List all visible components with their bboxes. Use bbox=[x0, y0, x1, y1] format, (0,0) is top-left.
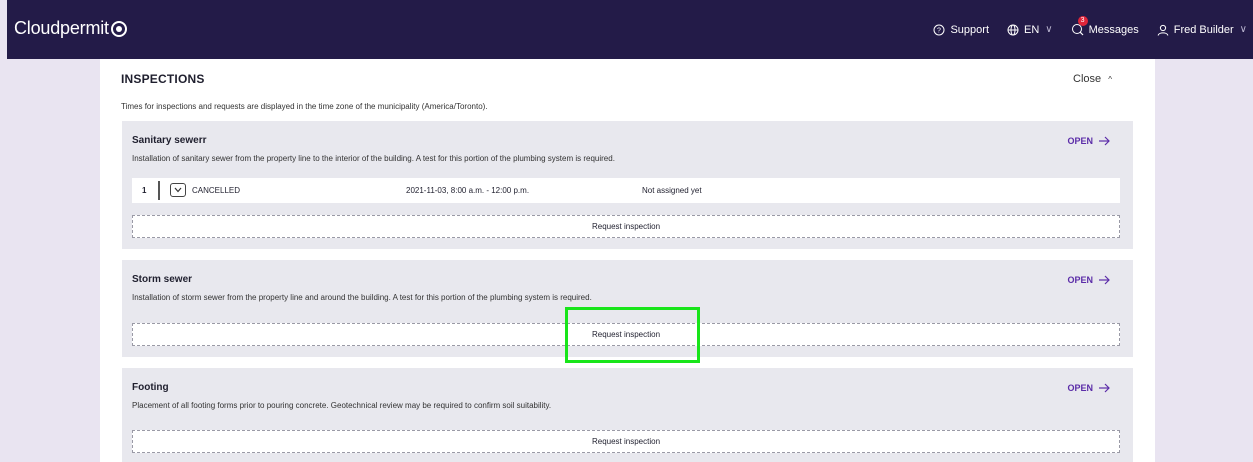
expand-row-button[interactable] bbox=[170, 183, 186, 197]
user-icon bbox=[1157, 24, 1169, 36]
brand-logo-icon bbox=[110, 20, 127, 37]
section-title: Storm sewer bbox=[132, 274, 193, 285]
request-inspection-button[interactable]: Request inspection bbox=[132, 323, 1120, 346]
support-label: Support bbox=[950, 23, 989, 36]
svg-text:?: ? bbox=[938, 27, 942, 34]
globe-icon bbox=[1007, 24, 1019, 35]
close-button[interactable]: Close ^ bbox=[1073, 73, 1112, 85]
messages-count-badge: 3 bbox=[1077, 16, 1088, 26]
chevron-down-icon bbox=[174, 187, 182, 193]
user-name: Fred Builder bbox=[1173, 23, 1234, 36]
chevron-down-icon: ∨ bbox=[1045, 24, 1053, 35]
language-selector[interactable]: EN ∨ bbox=[1007, 24, 1053, 36]
support-link[interactable]: ? Support bbox=[933, 24, 989, 36]
open-label: OPEN bbox=[1067, 275, 1093, 285]
chevron-down-icon: ∨ bbox=[1239, 24, 1247, 35]
open-section-link[interactable]: OPEN bbox=[1067, 136, 1110, 146]
open-section-link[interactable]: OPEN bbox=[1067, 275, 1110, 285]
arrow-right-icon bbox=[1099, 275, 1110, 285]
arrow-right-icon bbox=[1099, 136, 1110, 146]
inspection-section-sanitary-sewer: Sanitary sewerr Installation of sanitary… bbox=[122, 121, 1133, 249]
inspection-assignee: Not assigned yet bbox=[642, 186, 702, 195]
inspections-panel: INSPECTIONS Close ^ Times for inspection… bbox=[100, 59, 1155, 462]
section-description: Placement of all footing forms prior to … bbox=[132, 401, 552, 410]
request-inspection-label: Request inspection bbox=[591, 222, 661, 231]
request-inspection-label: Request inspection bbox=[591, 437, 661, 446]
brand-logo[interactable]: Cloudpermit bbox=[14, 18, 127, 39]
user-menu[interactable]: Fred Builder ∨ bbox=[1157, 24, 1247, 36]
chevron-up-icon: ^ bbox=[1108, 75, 1112, 84]
inspection-number: 1 bbox=[142, 186, 147, 195]
inspection-section-storm-sewer: Storm sewer Installation of storm sewer … bbox=[122, 260, 1133, 357]
header-nav: ? Support EN ∨ 3 Messages Fred Builder ∨ bbox=[933, 0, 1253, 59]
status-indicator-bar bbox=[158, 181, 160, 200]
section-title: Footing bbox=[132, 382, 169, 393]
close-label: Close bbox=[1073, 73, 1102, 85]
arrow-right-icon bbox=[1099, 383, 1110, 393]
request-inspection-button[interactable]: Request inspection bbox=[132, 430, 1120, 453]
messages-label: Messages bbox=[1088, 23, 1139, 36]
request-inspection-button[interactable]: Request inspection bbox=[132, 215, 1120, 238]
language-label: EN bbox=[1024, 23, 1040, 36]
inspection-date: 2021-11-03, 8:00 a.m. - 12:00 p.m. bbox=[406, 186, 530, 195]
request-inspection-label: Request inspection bbox=[591, 330, 661, 339]
section-title: Sanitary sewerr bbox=[132, 135, 207, 146]
section-description: Installation of storm sewer from the pro… bbox=[132, 293, 592, 302]
messages-link[interactable]: 3 Messages bbox=[1071, 16, 1139, 36]
timezone-note: Times for inspections and requests are d… bbox=[121, 102, 488, 111]
inspection-status: CANCELLED bbox=[192, 186, 241, 195]
help-circle-icon: ? bbox=[933, 24, 945, 35]
top-navigation-bar: Cloudpermit ? Support EN ∨ 3 Messages Fr… bbox=[7, 0, 1253, 59]
open-label: OPEN bbox=[1067, 136, 1093, 146]
open-label: OPEN bbox=[1067, 383, 1093, 393]
inspection-row: 1 CANCELLED 2021-11-03, 8:00 a.m. - 12:0… bbox=[132, 178, 1120, 203]
section-description: Installation of sanitary sewer from the … bbox=[132, 154, 615, 163]
brand-name: Cloudpermit bbox=[14, 18, 109, 38]
open-section-link[interactable]: OPEN bbox=[1067, 383, 1110, 393]
panel-title: INSPECTIONS bbox=[121, 72, 205, 86]
inspection-section-footing: Footing Placement of all footing forms p… bbox=[122, 368, 1133, 462]
